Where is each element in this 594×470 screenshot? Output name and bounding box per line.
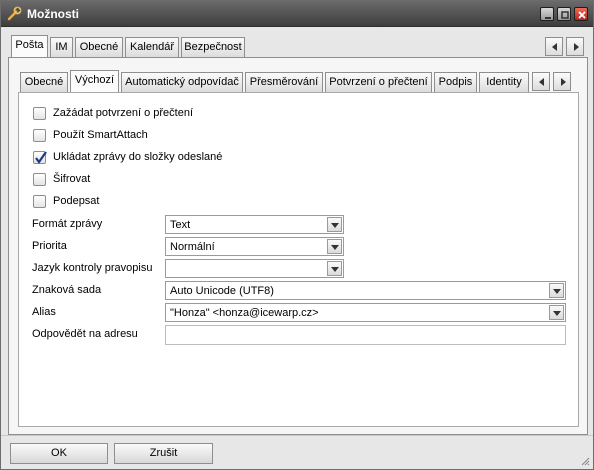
checkbox-label: Šifrovat [53, 173, 91, 185]
charset-select[interactable]: Auto Unicode (UTF8) [165, 281, 566, 300]
select-value: "Honza" <honza@icewarp.cz> [170, 307, 319, 319]
checkbox-request-read-receipt[interactable]: Zažádat potvrzení o přečtení [33, 106, 223, 122]
wrench-icon [6, 6, 22, 22]
reply-to-label: Odpovědět na adresu [32, 328, 138, 340]
checkbox-label: Ukládat zprávy do složky odeslané [53, 151, 223, 163]
alias-label: Alias [32, 306, 56, 318]
select-value: Text [170, 219, 191, 231]
format-select[interactable]: Text [165, 215, 344, 234]
priority-select[interactable]: Normální [165, 237, 344, 256]
window-title: Možnosti [27, 7, 79, 21]
checkbox-encrypt[interactable]: Šifrovat [33, 172, 123, 188]
spellcheck-language-select[interactable] [165, 259, 344, 278]
maximize-icon[interactable] [557, 7, 571, 21]
tab-potvrzeni-o-precteni[interactable]: Potvrzení o přečtení [325, 72, 432, 92]
minimize-icon[interactable] [540, 7, 554, 21]
checkbox-box[interactable] [33, 195, 46, 208]
tab-obecne[interactable]: Obecné [75, 37, 123, 57]
format-label: Formát zprávy [32, 218, 103, 230]
chevron-down-icon[interactable] [549, 305, 564, 320]
ok-button[interactable]: OK [10, 443, 108, 464]
tab-posta[interactable]: Pošta [11, 35, 48, 57]
tab-im[interactable]: IM [50, 37, 73, 57]
tab-automaticky-odpovidac[interactable]: Automatický odpovídač [121, 72, 243, 92]
select-value: Normální [170, 241, 215, 253]
checkbox-save-to-sent[interactable]: Ukládat zprávy do složky odeslané [33, 150, 253, 166]
checkbox-label: Zažádat potvrzení o přečtení [53, 107, 194, 119]
outer-tabs-scroll-right[interactable] [566, 37, 584, 56]
tab-inner-obecne[interactable]: Obecné [20, 72, 68, 92]
chevron-down-icon[interactable] [327, 239, 342, 254]
tab-podpis[interactable]: Podpis [434, 72, 477, 92]
close-icon[interactable] [574, 7, 588, 21]
inner-tabs-scroll-left[interactable] [532, 72, 550, 91]
chevron-down-icon[interactable] [327, 261, 342, 276]
inner-tabs-scroll-right[interactable] [553, 72, 571, 91]
chevron-down-icon[interactable] [549, 283, 564, 298]
footer-divider [1, 435, 593, 436]
select-value: Auto Unicode (UTF8) [170, 285, 274, 297]
tab-presmerovani[interactable]: Přesměrování [245, 72, 323, 92]
options-dialog: Možnosti Pošta IM Obecné Kalendář Bezpeč… [0, 0, 594, 470]
priority-label: Priorita [32, 240, 67, 252]
checkbox-box[interactable] [33, 173, 46, 186]
resize-grip-icon[interactable] [580, 456, 590, 469]
alias-select[interactable]: "Honza" <honza@icewarp.cz> [165, 303, 566, 322]
checkbox-box[interactable] [33, 107, 46, 120]
tab-bezpecnost[interactable]: Bezpečnost [181, 37, 245, 57]
title-bar[interactable]: Možnosti [1, 1, 593, 27]
checkbox-use-smartattach[interactable]: Použít SmartAttach [33, 128, 183, 144]
reply-to-input[interactable] [165, 325, 566, 345]
spellcheck-language-label: Jazyk kontroly pravopisu [32, 262, 153, 274]
cancel-button[interactable]: Zrušit [114, 443, 213, 464]
checkbox-box[interactable] [33, 129, 46, 142]
charset-label: Znaková sada [32, 284, 102, 296]
checkbox-sign[interactable]: Podepsat [33, 194, 133, 210]
chevron-down-icon[interactable] [327, 217, 342, 232]
outer-tabs-scroll-left[interactable] [545, 37, 563, 56]
checkbox-box[interactable] [33, 151, 47, 164]
checkbox-label: Podepsat [53, 195, 100, 207]
tab-vychozi[interactable]: Výchozí [70, 70, 119, 92]
tab-identity[interactable]: Identity [479, 72, 529, 92]
checkbox-label: Použít SmartAttach [53, 129, 148, 141]
tab-kalendar[interactable]: Kalendář [125, 37, 179, 57]
